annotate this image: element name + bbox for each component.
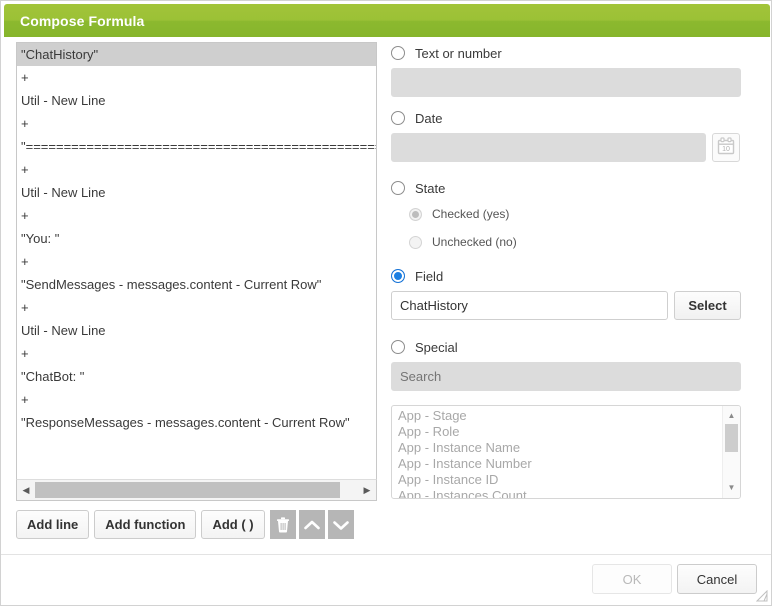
formula-horizontal-scrollbar[interactable]: ◀ ▶ [16,479,377,501]
ok-button[interactable]: OK [592,564,672,594]
option-text-or-number-label: Text or number [415,46,502,61]
text-or-number-input-row [391,68,759,97]
list-item[interactable]: App - Role [398,424,722,440]
special-list[interactable]: App - StageApp - RoleApp - Instance Name… [391,405,741,499]
formula-line[interactable]: Util - New Line [17,181,376,204]
formula-toolbar: Add line Add function Add ( ) [16,510,354,539]
add-function-button[interactable]: Add function [94,510,196,539]
scroll-down-icon[interactable]: ▼ [723,484,740,492]
list-item[interactable]: App - Instances Count [398,488,722,498]
formula-line-list: "ChatHistory"+Util - New Line+"=========… [17,43,376,434]
option-special[interactable]: Special [391,336,759,358]
formula-line[interactable]: "ResponseMessages - messages.content - C… [17,411,376,434]
option-state-unchecked[interactable]: Unchecked (no) [409,231,759,253]
calendar-icon: 10 [716,136,736,159]
radio-state-unchecked[interactable] [409,236,422,249]
calendar-picker-button[interactable]: 10 [712,133,740,162]
move-line-down-button[interactable] [328,510,354,539]
option-field-label: Field [415,269,443,284]
date-input-row: 10 [391,133,759,162]
chevron-down-icon [333,519,349,531]
radio-special[interactable] [391,340,405,354]
formula-line[interactable]: + [17,158,376,181]
formula-line[interactable]: "ChatBot: " [17,365,376,388]
scrollbar-track[interactable] [35,481,358,499]
text-or-number-input[interactable] [391,68,741,97]
option-state-checked[interactable]: Checked (yes) [409,203,759,225]
scrollbar-thumb[interactable] [35,482,340,498]
special-list-items: App - StageApp - RoleApp - Instance Name… [392,406,722,498]
field-input-row: Select [391,291,759,320]
list-item[interactable]: App - Stage [398,408,722,424]
scroll-up-icon[interactable]: ▲ [723,412,740,420]
chevron-up-icon [304,519,320,531]
formula-line[interactable]: + [17,296,376,319]
radio-field[interactable] [391,269,405,283]
dialog-title: Compose Formula [20,13,144,29]
radio-state[interactable] [391,181,405,195]
date-input[interactable] [391,133,706,162]
trash-icon [276,517,290,533]
calendar-day-label: 10 [722,146,730,153]
list-item[interactable]: App - Instance ID [398,472,722,488]
formula-line[interactable]: "You: " [17,227,376,250]
radio-text-or-number[interactable] [391,46,405,60]
delete-line-button[interactable] [270,510,296,539]
cancel-button[interactable]: Cancel [677,564,757,594]
resize-grip[interactable] [756,590,768,602]
option-state[interactable]: State [391,177,759,199]
option-state-unchecked-label: Unchecked (no) [432,235,517,249]
formula-line[interactable]: "SendMessages - messages.content - Curre… [17,273,376,296]
option-field[interactable]: Field [391,265,759,287]
formula-line[interactable]: "=======================================… [17,135,376,158]
formula-line[interactable]: + [17,250,376,273]
option-special-label: Special [415,340,458,355]
special-search-input[interactable] [391,362,741,391]
special-list-scroll-thumb[interactable] [725,424,738,452]
formula-line[interactable]: + [17,204,376,227]
option-date-label: Date [415,111,442,126]
formula-line[interactable]: Util - New Line [17,319,376,342]
option-date[interactable]: Date [391,107,759,129]
select-field-button[interactable]: Select [674,291,741,320]
list-item[interactable]: App - Instance Number [398,456,722,472]
scroll-right-icon[interactable]: ▶ [358,486,376,495]
value-type-panel: Text or number Date 10 [391,42,759,499]
scroll-left-icon[interactable]: ◀ [17,486,35,495]
formula-line[interactable]: "ChatHistory" [17,43,376,66]
move-line-up-button[interactable] [299,510,325,539]
special-list-scrollbar[interactable]: ▲ ▼ [722,406,740,498]
list-item[interactable]: App - Instance Name [398,440,722,456]
special-search-row [391,362,759,391]
option-state-label: State [415,181,445,196]
add-parentheses-button[interactable]: Add ( ) [201,510,264,539]
compose-formula-dialog: Compose Formula "ChatHistory"+Util - New… [0,0,772,606]
field-value-input[interactable] [391,291,668,320]
formula-line[interactable]: + [17,112,376,135]
dialog-footer: OK Cancel [592,564,757,594]
add-line-button[interactable]: Add line [16,510,89,539]
radio-state-checked[interactable] [409,208,422,221]
option-state-checked-label: Checked (yes) [432,207,509,221]
formula-line[interactable]: + [17,66,376,89]
formula-line[interactable]: + [17,342,376,365]
dialog-titlebar: Compose Formula [4,4,770,37]
footer-divider [1,554,771,555]
formula-editor[interactable]: "ChatHistory"+Util - New Line+"=========… [16,42,377,479]
formula-line[interactable]: Util - New Line [17,89,376,112]
formula-line[interactable]: + [17,388,376,411]
radio-date[interactable] [391,111,405,125]
option-text-or-number[interactable]: Text or number [391,42,759,64]
